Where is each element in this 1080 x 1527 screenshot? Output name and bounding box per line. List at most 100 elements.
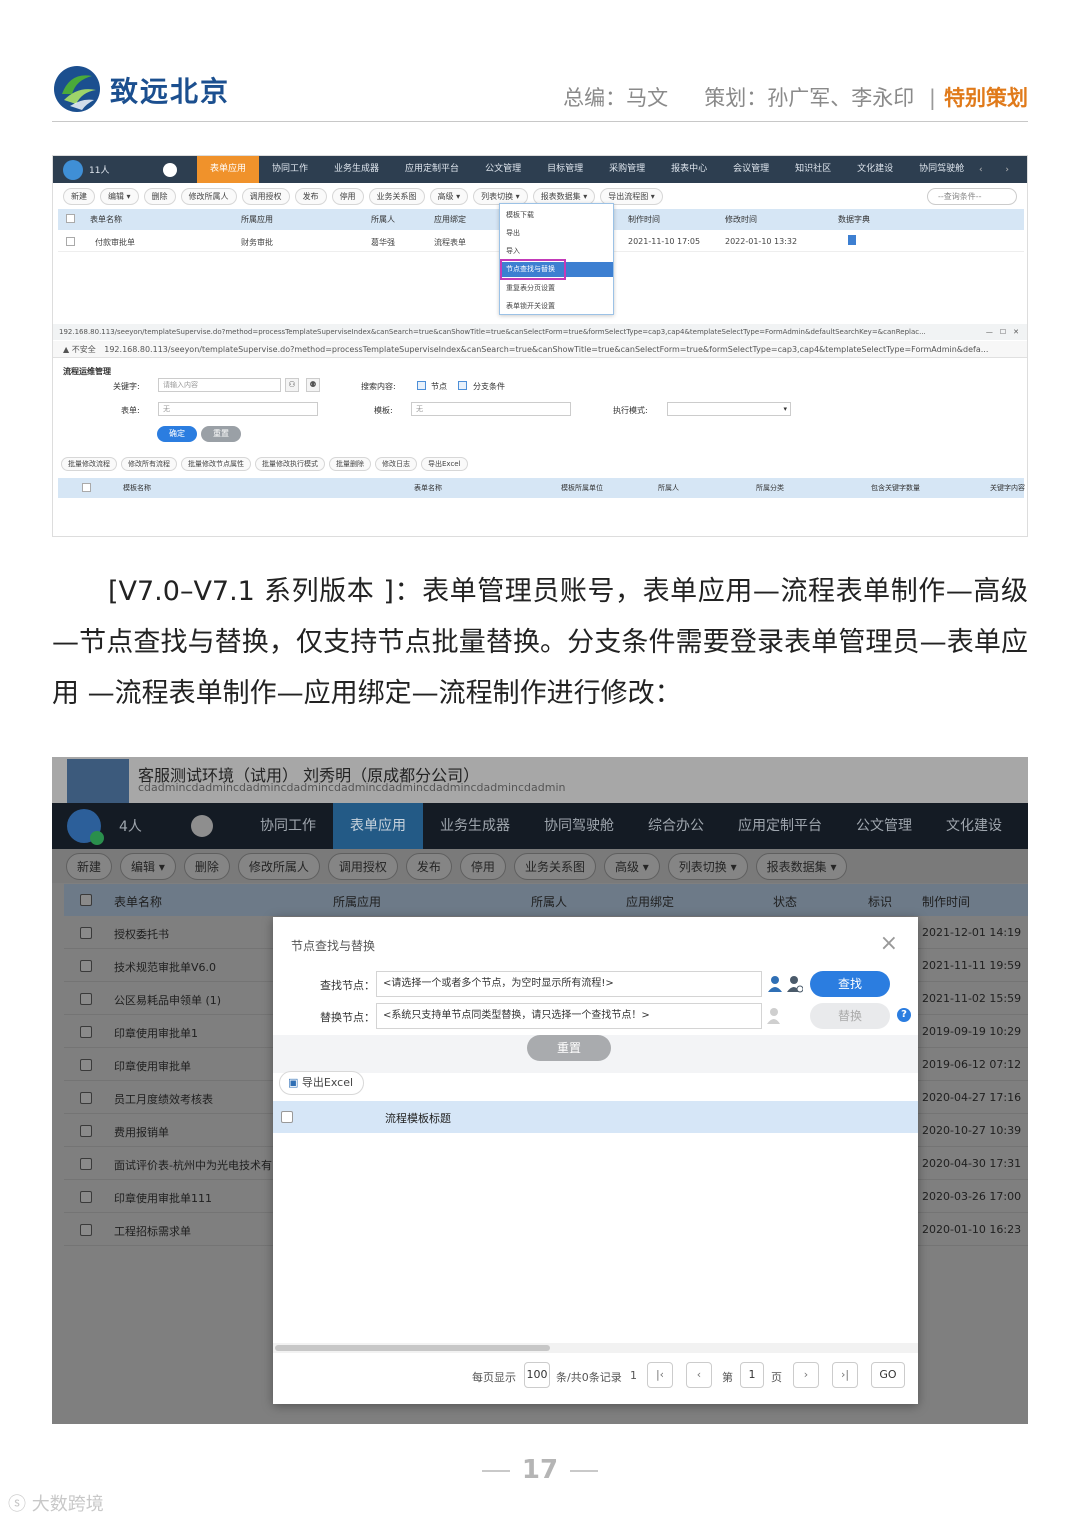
select-person-icon[interactable] bbox=[767, 975, 783, 993]
col-created[interactable]: 制作时间 bbox=[628, 214, 660, 225]
toolbar-button[interactable]: 新建 bbox=[63, 187, 95, 205]
menu-item-repeat-table-paging[interactable]: 重复表分页设置 bbox=[506, 283, 555, 293]
keyword-input[interactable]: 请输入内容 bbox=[158, 378, 281, 392]
reset-button[interactable]: 重置 bbox=[201, 426, 241, 442]
nav-tab[interactable]: 文化建设 bbox=[929, 803, 1019, 849]
col-owner[interactable]: 所属人 bbox=[371, 214, 395, 225]
toolbar-button[interactable]: 报表数据集 ▾ bbox=[532, 187, 596, 205]
nav-tab[interactable]: 应用定制平台 bbox=[721, 803, 839, 849]
last-page-icon[interactable]: ›| bbox=[832, 1362, 858, 1388]
row-checkbox[interactable] bbox=[80, 1026, 92, 1038]
avatar[interactable] bbox=[67, 809, 104, 845]
replace-node-input[interactable]: <系统只支持单节点同类型替换，请只选择一个查找节点！> bbox=[376, 1003, 762, 1029]
select-node-icon[interactable] bbox=[787, 975, 803, 993]
toolbar-button[interactable]: 报表数据集 ▾ bbox=[755, 852, 848, 880]
col-binding[interactable]: 应用绑定 bbox=[626, 893, 674, 910]
nav-tab[interactable]: 会议管理 bbox=[720, 156, 782, 183]
select-replace-node-icon[interactable] bbox=[767, 1007, 783, 1025]
nav-tab[interactable]: 知识社区 bbox=[782, 156, 844, 183]
col-owner[interactable]: 所属人 bbox=[658, 483, 679, 493]
exec-mode-select[interactable]: ▾ bbox=[667, 402, 791, 416]
col-dictionary[interactable]: 数据字典 bbox=[838, 214, 870, 225]
nav-tab[interactable]: 协同驾驶舱 bbox=[906, 156, 977, 183]
row-checkbox[interactable] bbox=[80, 1092, 92, 1104]
search-condition-select[interactable]: --查询条件-- bbox=[927, 187, 1017, 205]
nav-tab[interactable]: 报表中心 bbox=[658, 156, 720, 183]
toolbar-button[interactable]: 新建 bbox=[66, 852, 113, 880]
col-binding[interactable]: 应用绑定 bbox=[434, 214, 466, 225]
batch-toolbar-button[interactable]: 修改所有流程 bbox=[121, 457, 177, 471]
toolbar-button[interactable]: 停用 bbox=[331, 187, 364, 205]
select-all-checkbox[interactable] bbox=[80, 894, 92, 906]
row-checkbox[interactable] bbox=[80, 1125, 92, 1137]
per-page-input[interactable]: 100 bbox=[524, 1362, 550, 1388]
data-dictionary-icon[interactable] bbox=[848, 235, 856, 245]
scrollbar-thumb[interactable] bbox=[275, 1345, 550, 1351]
select-all-checkbox[interactable] bbox=[82, 483, 91, 492]
row-form-name[interactable]: 印章使用审批单111 bbox=[114, 1190, 212, 1206]
row-form-name[interactable]: 印章使用审批单 bbox=[114, 1058, 191, 1074]
address-bar[interactable]: ▲ 不安全 192.168.80.113/seeyon/templateSupe… bbox=[53, 341, 1027, 358]
toolbar-button[interactable]: 高级 ▾ bbox=[603, 852, 660, 880]
select-group-icon[interactable]: ⚉ bbox=[306, 378, 320, 392]
col-form-name[interactable]: 表单名称 bbox=[414, 483, 442, 493]
nav-tab[interactable]: 表单应用 bbox=[197, 156, 260, 183]
row-checkbox[interactable] bbox=[80, 1191, 92, 1203]
row-form-name[interactable]: 技术规范审批单V6.0 bbox=[114, 959, 216, 975]
menu-item-export[interactable]: 导出 bbox=[506, 228, 520, 238]
batch-toolbar-button[interactable]: 修改日志 bbox=[375, 457, 417, 471]
col-template-name[interactable]: 模板名称 bbox=[123, 483, 151, 493]
row-checkbox[interactable] bbox=[80, 960, 92, 972]
row-checkbox[interactable] bbox=[80, 1158, 92, 1170]
batch-toolbar-button[interactable]: 批量修改节点属性 bbox=[181, 457, 251, 471]
online-user-count[interactable]: 4人 bbox=[119, 816, 179, 836]
window-controls-icon[interactable]: — ☐ ✕ bbox=[986, 324, 1019, 340]
toolbar-button[interactable]: 修改所属人 bbox=[180, 187, 237, 205]
row-form-name[interactable]: 面试评价表-杭州中为光电技术有 bbox=[114, 1157, 272, 1173]
find-node-input[interactable]: <请选择一个或者多个节点，为空时显示所有流程!> bbox=[376, 971, 762, 997]
col-form-name[interactable]: 表单名称 bbox=[90, 214, 122, 225]
prev-page-icon[interactable]: ‹ bbox=[686, 1362, 712, 1388]
col-app[interactable]: 所属应用 bbox=[241, 214, 273, 225]
form-select-input[interactable]: 无 bbox=[158, 402, 318, 416]
reset-button[interactable]: 重置 bbox=[527, 1035, 611, 1061]
confirm-button[interactable]: 确定 bbox=[157, 426, 197, 442]
select-all-checkbox[interactable] bbox=[281, 1111, 293, 1123]
node-checkbox[interactable] bbox=[417, 381, 426, 390]
select-person-icon[interactable]: ⚇ bbox=[285, 378, 299, 392]
batch-toolbar-button[interactable]: 导出Excel bbox=[421, 457, 468, 471]
toolbar-button[interactable]: 列表切换 ▾ bbox=[473, 187, 528, 205]
find-button[interactable]: 查找 bbox=[810, 971, 890, 997]
row-form-name[interactable]: 付款审批单 bbox=[95, 237, 135, 248]
nav-tab[interactable]: 表单应用 bbox=[333, 803, 423, 849]
col-form-name[interactable]: 表单名称 bbox=[114, 893, 162, 910]
online-user-count[interactable]: 11人 bbox=[89, 163, 149, 176]
toolbar-button[interactable]: 调用授权 bbox=[241, 187, 290, 205]
nav-tab[interactable]: 公文管理 bbox=[839, 803, 929, 849]
nav-tab[interactable]: 文化建设 bbox=[844, 156, 906, 183]
col-created[interactable]: 制作时间 bbox=[922, 893, 970, 910]
row-checkbox[interactable] bbox=[80, 1059, 92, 1071]
nav-scroll-arrows-icon[interactable]: ‹ › bbox=[979, 165, 1027, 175]
toolbar-button[interactable]: 调用授权 bbox=[327, 852, 398, 880]
batch-toolbar-button[interactable]: 批量删除 bbox=[329, 457, 371, 471]
row-form-name[interactable]: 公区易耗品申领单 (1) bbox=[114, 992, 221, 1008]
branch-checkbox[interactable] bbox=[458, 381, 467, 390]
col-owner[interactable]: 所属人 bbox=[531, 893, 567, 910]
next-page-icon[interactable]: › bbox=[793, 1362, 819, 1388]
col-process-template-title[interactable]: 流程模板标题 bbox=[385, 1110, 451, 1126]
toolbar-button[interactable]: 高级 ▾ bbox=[429, 187, 469, 205]
row-checkbox[interactable] bbox=[80, 927, 92, 939]
nav-tab[interactable]: 公文管理 bbox=[472, 156, 534, 183]
toolbar-button[interactable]: 业务关系图 bbox=[368, 187, 425, 205]
toolbar-button[interactable]: 编辑 ▾ bbox=[120, 852, 176, 880]
nav-tab[interactable]: 目标管理 bbox=[534, 156, 596, 183]
go-button[interactable]: GO bbox=[871, 1362, 905, 1388]
row-form-name[interactable]: 工程招标需求单 bbox=[114, 1223, 191, 1239]
export-excel-button[interactable]: ▣ 导出Excel bbox=[279, 1071, 365, 1095]
toolbar-button[interactable]: 删除 bbox=[143, 187, 176, 205]
toolbar-button[interactable]: 编辑 ▾ bbox=[100, 187, 139, 205]
menu-item-template-download[interactable]: 模板下载 bbox=[506, 210, 534, 220]
row-checkbox[interactable] bbox=[66, 237, 75, 246]
col-template-unit[interactable]: 模板所属单位 bbox=[561, 483, 603, 493]
